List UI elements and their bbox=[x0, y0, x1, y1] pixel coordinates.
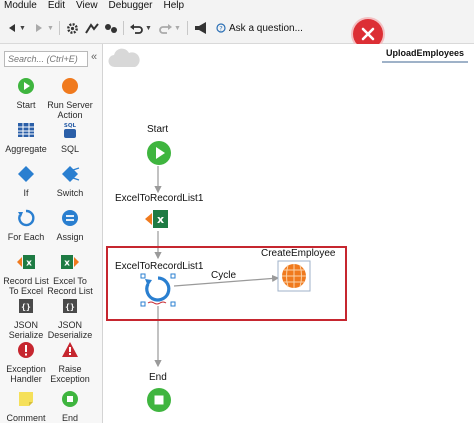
tool-label: Switch bbox=[56, 188, 84, 198]
tool-label: Exception Handler bbox=[6, 364, 46, 384]
tool-label: Excel To Record List bbox=[47, 276, 93, 296]
excel-to-record-list-node-label: ExcelToRecordList1 bbox=[115, 193, 204, 204]
svg-text:SQL: SQL bbox=[64, 123, 77, 129]
cycle-connector-label: Cycle bbox=[211, 270, 237, 281]
excel-to-record-list-icon: x bbox=[60, 252, 80, 272]
ask-question-label: Ask a question... bbox=[229, 22, 303, 34]
undo-dropdown-icon[interactable]: ▼ bbox=[145, 20, 152, 36]
end-node-label: End bbox=[149, 372, 167, 383]
tool-label: For Each bbox=[7, 232, 45, 242]
menu-debugger[interactable]: Debugger bbox=[105, 0, 160, 12]
redo-dropdown-icon[interactable]: ▼ bbox=[174, 20, 181, 36]
tool-json-deserialize[interactable]: {} JSON Deserialize bbox=[44, 296, 96, 340]
gear-icon[interactable] bbox=[65, 20, 79, 36]
tool-run-server-action[interactable]: Run Server Action bbox=[44, 76, 96, 120]
tool-label: End bbox=[61, 413, 78, 423]
menu-edit[interactable]: Edit bbox=[44, 0, 72, 12]
tool-label: Assign bbox=[56, 232, 84, 242]
undo-icon[interactable] bbox=[129, 20, 143, 36]
megaphone-icon[interactable] bbox=[193, 20, 209, 36]
back-arrow-icon[interactable] bbox=[6, 20, 18, 36]
menu-module[interactable]: Module bbox=[0, 0, 44, 12]
for-each-node-label: ExcelToRecordList1 bbox=[115, 261, 204, 272]
back-dropdown-icon[interactable]: ▼ bbox=[19, 20, 26, 36]
tool-palette: « Start Run Server Action Aggregate SQL … bbox=[0, 44, 103, 423]
tool-label: Start bbox=[16, 100, 36, 110]
publish-icon[interactable] bbox=[85, 20, 99, 36]
svg-text:x: x bbox=[157, 213, 164, 226]
comment-note-icon bbox=[16, 389, 36, 409]
tool-end[interactable]: End bbox=[44, 389, 96, 423]
tool-label: Comment bbox=[6, 413, 46, 423]
flow-canvas[interactable]: UploadEmployees Start ExcelToRecordList1… bbox=[104, 44, 474, 423]
close-icon bbox=[361, 27, 375, 41]
tool-label: JSON Serialize bbox=[8, 320, 44, 340]
for-each-icon bbox=[16, 208, 36, 228]
raise-exception-icon bbox=[60, 340, 80, 360]
start-node-icon[interactable] bbox=[146, 140, 172, 166]
forward-dropdown-icon[interactable]: ▼ bbox=[47, 20, 54, 36]
switch-icon bbox=[60, 164, 80, 184]
svg-text:{}: {} bbox=[65, 303, 75, 312]
tool-assign[interactable]: Assign bbox=[44, 208, 96, 242]
toolbar-separator bbox=[187, 21, 188, 35]
tool-label: Record List To Excel bbox=[3, 276, 49, 296]
excel-node-icon[interactable]: x bbox=[144, 209, 170, 229]
tool-switch[interactable]: Switch bbox=[44, 164, 96, 198]
svg-text:x: x bbox=[64, 259, 70, 269]
menu-help[interactable]: Help bbox=[159, 0, 191, 12]
svg-text:{}: {} bbox=[21, 303, 31, 312]
end-icon bbox=[60, 389, 80, 409]
json-deserialize-icon: {} bbox=[60, 296, 80, 316]
menu-bar: Module Edit View Debugger Help bbox=[0, 0, 474, 12]
flow-connectors bbox=[154, 166, 280, 368]
tool-label: SQL bbox=[60, 144, 79, 154]
tool-label: Run Server Action bbox=[47, 100, 93, 120]
palette-search-input[interactable] bbox=[4, 51, 88, 67]
svg-text:?: ? bbox=[219, 25, 222, 33]
toolbar: ▼ ▼ ▼ ▼ ? Ask a question... bbox=[0, 12, 474, 49]
json-serialize-icon: {} bbox=[16, 296, 36, 316]
tool-label: Aggregate bbox=[5, 144, 47, 154]
tool-label: JSON Deserialize bbox=[47, 320, 93, 340]
redo-icon[interactable] bbox=[158, 20, 172, 36]
forward-arrow-icon[interactable] bbox=[33, 20, 45, 36]
tool-raise-exception[interactable]: Raise Exception bbox=[44, 340, 96, 384]
end-node-icon[interactable] bbox=[146, 387, 172, 413]
start-icon bbox=[16, 76, 36, 96]
help-circle-icon: ? bbox=[216, 23, 226, 33]
debug-icon[interactable] bbox=[104, 20, 118, 36]
tool-label: If bbox=[23, 188, 29, 198]
ask-question-link[interactable]: ? Ask a question... bbox=[216, 20, 303, 36]
svg-text:x: x bbox=[26, 259, 32, 269]
run-server-action-icon bbox=[60, 76, 80, 96]
if-diamond-icon bbox=[16, 164, 36, 184]
create-employee-action-icon[interactable] bbox=[277, 260, 311, 292]
exception-handler-icon bbox=[16, 340, 36, 360]
menu-view[interactable]: View bbox=[72, 0, 105, 12]
tool-excel-to-record-list[interactable]: x Excel To Record List bbox=[44, 252, 96, 296]
start-node-label: Start bbox=[147, 124, 169, 135]
sql-icon: SQL bbox=[60, 120, 80, 140]
assign-icon bbox=[60, 208, 80, 228]
for-each-node-icon[interactable] bbox=[140, 273, 176, 307]
tool-sql[interactable]: SQL SQL bbox=[44, 120, 96, 154]
record-list-to-excel-icon: x bbox=[16, 252, 36, 272]
tool-label: Raise Exception bbox=[50, 364, 90, 384]
toolbar-separator bbox=[123, 21, 124, 35]
aggregate-icon bbox=[16, 120, 36, 140]
create-employee-node-label: CreateEmployee bbox=[261, 248, 336, 259]
collapse-panel-icon[interactable]: « bbox=[91, 51, 97, 63]
toolbar-separator bbox=[59, 21, 60, 35]
